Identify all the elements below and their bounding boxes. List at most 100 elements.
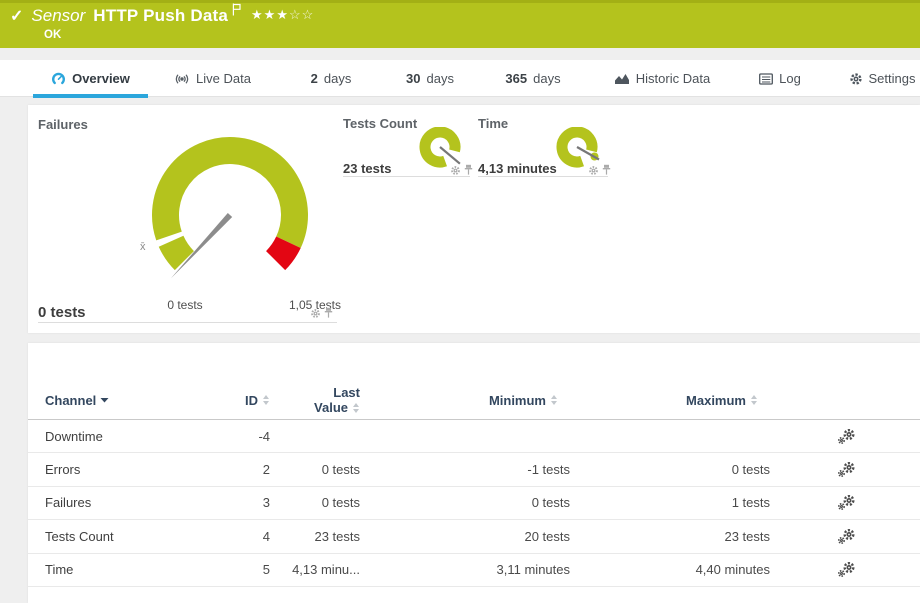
table-row[interactable]: Tests Count 4 23 tests 20 tests 23 tests <box>28 520 920 553</box>
channel-id-cell: 2 <box>215 462 270 477</box>
stars-filled: ★★★ <box>251 7 289 22</box>
failures-gauge <box>140 123 330 313</box>
sort-desc-icon <box>100 397 109 403</box>
minimum-cell: -1 tests <box>360 462 570 477</box>
maximum-cell: 1 tests <box>570 495 770 510</box>
table-body: Downtime -4 Errors 2 0 tests -1 tests 0 … <box>28 420 920 587</box>
last-value-cell: 0 tests <box>270 462 360 477</box>
minimum-cell: 20 tests <box>360 529 570 544</box>
log-list-icon <box>759 73 773 85</box>
maximum-cell: 4,40 minutes <box>570 562 770 577</box>
tab-30-days[interactable]: 30 days <box>394 60 466 97</box>
status-check-icon: ✓ <box>10 6 23 26</box>
tab-overview[interactable]: Overview <box>33 60 148 97</box>
sensor-type-label: Sensor <box>31 6 85 26</box>
section-divider <box>478 176 608 177</box>
header-top-strip <box>0 0 920 3</box>
gauge-time-label: Time <box>478 116 508 131</box>
status-badge: OK <box>44 29 61 41</box>
channel-name-cell: Time <box>45 562 215 577</box>
time-value: 4,13 minutes <box>478 161 557 176</box>
tab-historic-data[interactable]: Historic Data <box>601 60 723 97</box>
channel-settings-icon[interactable] <box>837 494 856 511</box>
tab-log[interactable]: Log <box>749 60 811 97</box>
tab-label: Settings <box>869 71 916 86</box>
chart-icon <box>614 72 630 85</box>
gauge-failures-label: Failures <box>38 117 88 132</box>
tab-number: 30 <box>406 71 420 86</box>
tests-count-gauge-actions <box>450 164 473 176</box>
section-divider <box>343 176 470 177</box>
channel-name-cell: Failures <box>45 495 215 510</box>
tab-number: 2 <box>311 71 318 86</box>
pin-icon[interactable] <box>324 307 333 319</box>
minimum-cell: 3,11 minutes <box>360 562 570 577</box>
column-header-minimum[interactable]: Minimum <box>360 393 570 408</box>
column-header-last-value[interactable]: Last Value <box>270 385 360 415</box>
tab-label: days <box>533 71 560 86</box>
channel-name-cell: Tests Count <box>45 529 215 544</box>
pin-icon[interactable] <box>602 164 611 176</box>
gauge-min-label: 0 tests <box>155 298 215 312</box>
channel-name-cell: Downtime <box>45 429 215 444</box>
channel-settings-icon[interactable] <box>837 428 856 445</box>
sort-icon <box>750 394 758 406</box>
tab-label: days <box>427 71 454 86</box>
last-value-cell: 0 tests <box>270 495 360 510</box>
failures-gauge-actions <box>310 307 333 319</box>
sort-icon <box>550 394 558 406</box>
maximum-cell: 23 tests <box>570 529 770 544</box>
table-row[interactable]: Failures 3 0 tests 0 tests 1 tests <box>28 487 920 520</box>
column-header-id[interactable]: ID <box>215 393 270 408</box>
channel-id-cell: 5 <box>215 562 270 577</box>
minimum-cell: 0 tests <box>360 495 570 510</box>
pin-icon[interactable] <box>464 164 473 176</box>
tab-365-days[interactable]: 365 days <box>492 60 574 97</box>
gear-icon[interactable] <box>588 165 599 176</box>
tab-settings[interactable]: Settings <box>842 60 920 97</box>
failures-value: 0 tests <box>38 304 86 321</box>
last-value-cell: 4,13 minu... <box>270 562 360 577</box>
tests-count-value: 23 tests <box>343 161 391 176</box>
tab-label: days <box>324 71 351 86</box>
channel-id-cell: 3 <box>215 495 270 510</box>
average-marker: x̄ <box>140 241 146 253</box>
gear-icon[interactable] <box>310 308 321 319</box>
channel-id-cell: -4 <box>215 429 270 444</box>
sort-icon <box>262 394 270 406</box>
gauges-panel: Failures x̄ 0 tests 1,05 tests 0 tests T… <box>28 105 920 333</box>
column-header-maximum[interactable]: Maximum <box>570 393 770 408</box>
channels-table-panel: Channel ID Last Value Minimum Maximum Do… <box>28 343 920 603</box>
last-value-cell: 23 tests <box>270 529 360 544</box>
channel-settings-icon[interactable] <box>837 528 856 545</box>
gauge-icon <box>51 71 66 86</box>
sensor-header: ✓ Sensor HTTP Push Data ★★★☆☆ OK <box>0 0 920 48</box>
tab-bar: Overview Live Data 2 days 30 days 365 da… <box>0 60 920 97</box>
time-gauge-actions <box>588 164 611 176</box>
channel-settings-icon[interactable] <box>837 461 856 478</box>
column-header-channel[interactable]: Channel <box>45 393 215 408</box>
flag-icon[interactable] <box>232 3 241 21</box>
table-row[interactable]: Errors 2 0 tests -1 tests 0 tests <box>28 453 920 486</box>
tab-2-days[interactable]: 2 days <box>297 60 365 97</box>
gear-icon[interactable] <box>450 165 461 176</box>
tab-label: Log <box>779 71 801 86</box>
channel-settings-icon[interactable] <box>837 561 856 578</box>
tab-label: Historic Data <box>636 71 710 86</box>
broadcast-icon <box>174 73 190 85</box>
tab-live-data[interactable]: Live Data <box>160 60 265 97</box>
tab-label: Live Data <box>196 71 251 86</box>
table-row[interactable]: Time 5 4,13 minu... 3,11 minutes 4,40 mi… <box>28 554 920 587</box>
page-title: HTTP Push Data <box>93 6 228 26</box>
maximum-cell: 0 tests <box>570 462 770 477</box>
channel-name-cell: Errors <box>45 462 215 477</box>
gauge-tests-count-label: Tests Count <box>343 116 417 131</box>
channel-id-cell: 4 <box>215 529 270 544</box>
gear-icon <box>849 72 863 86</box>
tab-number: 365 <box>505 71 527 86</box>
stars-empty: ☆☆ <box>289 7 314 22</box>
priority-stars[interactable]: ★★★☆☆ <box>251 7 314 23</box>
table-header-row: Channel ID Last Value Minimum Maximum <box>28 381 920 420</box>
table-row[interactable]: Downtime -4 <box>28 420 920 453</box>
tab-label: Overview <box>72 71 130 86</box>
